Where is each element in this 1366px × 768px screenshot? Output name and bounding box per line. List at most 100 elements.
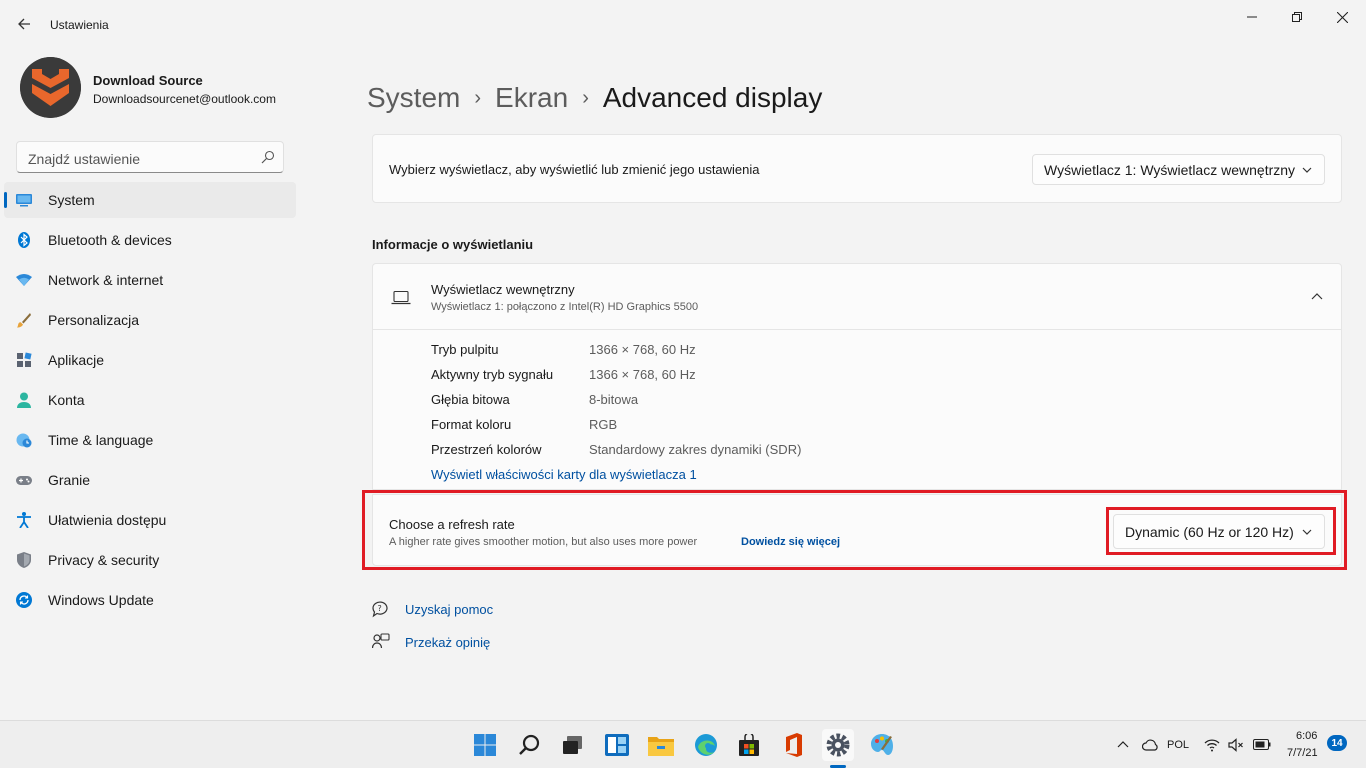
search-input[interactable]: Znajdź ustawienie xyxy=(16,141,284,173)
search-icon xyxy=(261,150,275,164)
breadcrumb-system[interactable]: System xyxy=(367,82,460,114)
task-view-button[interactable] xyxy=(557,729,589,761)
laptop-icon xyxy=(391,290,411,305)
sidebar-item-label: Time & language xyxy=(48,432,154,448)
info-value: Standardowy zakres dynamiki (SDR) xyxy=(589,442,802,457)
info-value: 8-bitowa xyxy=(589,392,639,407)
display-select-card: Wybierz wyświetlacz, aby wyświetlić lub … xyxy=(372,134,1342,203)
sidebar-item-label: Privacy & security xyxy=(48,552,160,568)
app-title: Ustawienia xyxy=(50,18,109,32)
sidebar-item-accessibility[interactable]: Ułatwienia dostępu xyxy=(4,502,296,538)
chevron-up-icon[interactable] xyxy=(1117,740,1129,750)
info-key: Głębia bitowa xyxy=(431,392,510,407)
profile-name: Download Source xyxy=(93,73,203,88)
paint-button[interactable] xyxy=(866,729,898,761)
feedback-icon xyxy=(372,633,390,649)
feedback-row[interactable]: Przekaż opinię xyxy=(372,631,490,653)
download-source-logo-icon xyxy=(20,57,81,118)
sidebar-item-time-language[interactable]: Time & language xyxy=(4,422,296,458)
get-help-row[interactable]: ? Uzyskaj pomoc xyxy=(372,598,493,620)
office-icon xyxy=(786,733,802,757)
info-value: RGB xyxy=(589,417,618,432)
sidebar-item-label: Ułatwienia dostępu xyxy=(48,512,167,528)
display-info-header[interactable]: Wyświetlacz wewnętrzny Wyświetlacz 1: po… xyxy=(372,263,1342,330)
profile-email: Downloadsourcenet@outlook.com xyxy=(93,92,276,106)
sidebar-item-apps[interactable]: Aplikacje xyxy=(4,342,296,378)
search-icon xyxy=(519,734,540,755)
highlight-box-dropdown xyxy=(1106,507,1336,555)
display-info-subtitle: Wyświetlacz 1: połączono z Intel(R) HD G… xyxy=(431,301,699,313)
minimize-icon xyxy=(1247,16,1257,18)
display-info-title: Wyświetlacz wewnętrzny xyxy=(431,282,575,297)
sidebar-item-system[interactable]: System xyxy=(4,182,296,218)
sidebar-item-windows-update[interactable]: Windows Update xyxy=(4,582,296,618)
update-icon xyxy=(16,592,32,608)
user-profile[interactable]: Download Source Downloadsourcenet@outloo… xyxy=(20,57,320,119)
volume-muted-icon[interactable] xyxy=(1228,738,1244,752)
clock-date[interactable]: 7/7/21 xyxy=(1287,747,1318,759)
notification-badge[interactable]: 14 xyxy=(1327,735,1347,751)
close-icon xyxy=(1336,11,1348,23)
brush-icon xyxy=(16,312,32,328)
edge-button[interactable] xyxy=(690,729,722,761)
sidebar-nav: System Bluetooth & devices Network & int… xyxy=(4,182,296,622)
close-button[interactable] xyxy=(1319,8,1365,26)
info-key: Aktywny tryb sygnału xyxy=(431,367,554,382)
folder-icon xyxy=(648,737,674,756)
sidebar-item-network[interactable]: Network & internet xyxy=(4,262,296,298)
sidebar-item-privacy-security[interactable]: Privacy & security xyxy=(4,542,296,578)
globe-clock-icon xyxy=(16,432,32,448)
adapter-properties-link[interactable]: Wyświetl właściwości karty dla wyświetla… xyxy=(431,467,697,482)
help-icon: ? xyxy=(372,601,388,618)
display-info-details xyxy=(372,330,1342,490)
search-placeholder: Znajdź ustawienie xyxy=(28,151,141,167)
page-title: Advanced display xyxy=(602,82,823,113)
back-button[interactable] xyxy=(12,12,36,36)
info-key: Przestrzeń kolorów xyxy=(431,442,542,457)
store-button[interactable] xyxy=(733,729,765,761)
chevron-down-icon xyxy=(1302,167,1312,173)
gamepad-icon xyxy=(16,472,32,488)
language-indicator[interactable]: POL xyxy=(1167,739,1189,751)
taskbar-search-button[interactable] xyxy=(514,729,546,761)
feedback-link[interactable]: Przekaż opinię xyxy=(405,635,490,650)
wifi-icon xyxy=(16,272,32,288)
battery-icon[interactable] xyxy=(1253,739,1271,750)
taskbar: POL 6:06 7/7/21 xyxy=(0,720,1366,768)
maximize-button[interactable] xyxy=(1274,8,1320,26)
office-button[interactable] xyxy=(778,729,810,761)
chevron-up-icon xyxy=(1311,293,1323,300)
widgets-button[interactable] xyxy=(601,729,633,761)
widgets-icon xyxy=(605,734,629,756)
file-explorer-button[interactable] xyxy=(645,729,677,761)
sidebar-item-label: System xyxy=(48,192,95,208)
monitor-icon xyxy=(16,192,32,208)
paint-icon xyxy=(871,734,893,755)
sidebar-item-bluetooth[interactable]: Bluetooth & devices xyxy=(4,222,296,258)
section-title-display-info: Informacje o wyświetlaniu xyxy=(372,237,534,252)
task-view-icon xyxy=(563,736,582,754)
wifi-icon[interactable] xyxy=(1204,738,1220,752)
sidebar-item-label: Network & internet xyxy=(48,272,164,288)
info-value: 1366 × 768, 60 Hz xyxy=(589,342,696,357)
person-icon xyxy=(16,392,32,408)
display-select-label: Wybierz wyświetlacz, aby wyświetlić lub … xyxy=(389,162,760,177)
get-help-link[interactable]: Uzyskaj pomoc xyxy=(405,602,493,617)
breadcrumb-display[interactable]: Ekran xyxy=(495,82,568,114)
store-icon xyxy=(739,734,759,756)
display-select-dropdown[interactable]: Wyświetlacz 1: Wyświetlacz wewnętrzny xyxy=(1032,154,1325,185)
info-key: Format koloru xyxy=(431,417,512,432)
sidebar-item-personalization[interactable]: Personalizacja xyxy=(4,302,296,338)
sidebar-item-accounts[interactable]: Konta xyxy=(4,382,296,418)
settings-app-button[interactable] xyxy=(822,729,854,761)
avatar xyxy=(20,57,81,118)
cloud-icon[interactable] xyxy=(1142,737,1158,753)
clock-time[interactable]: 6:06 xyxy=(1296,730,1317,742)
sidebar-item-gaming[interactable]: Granie xyxy=(4,462,296,498)
maximize-icon xyxy=(1292,12,1302,22)
start-button[interactable] xyxy=(469,729,501,761)
svg-text:?: ? xyxy=(378,604,382,613)
edge-icon xyxy=(695,734,717,756)
chevron-right-icon: › xyxy=(582,86,589,109)
minimize-button[interactable] xyxy=(1229,8,1275,26)
